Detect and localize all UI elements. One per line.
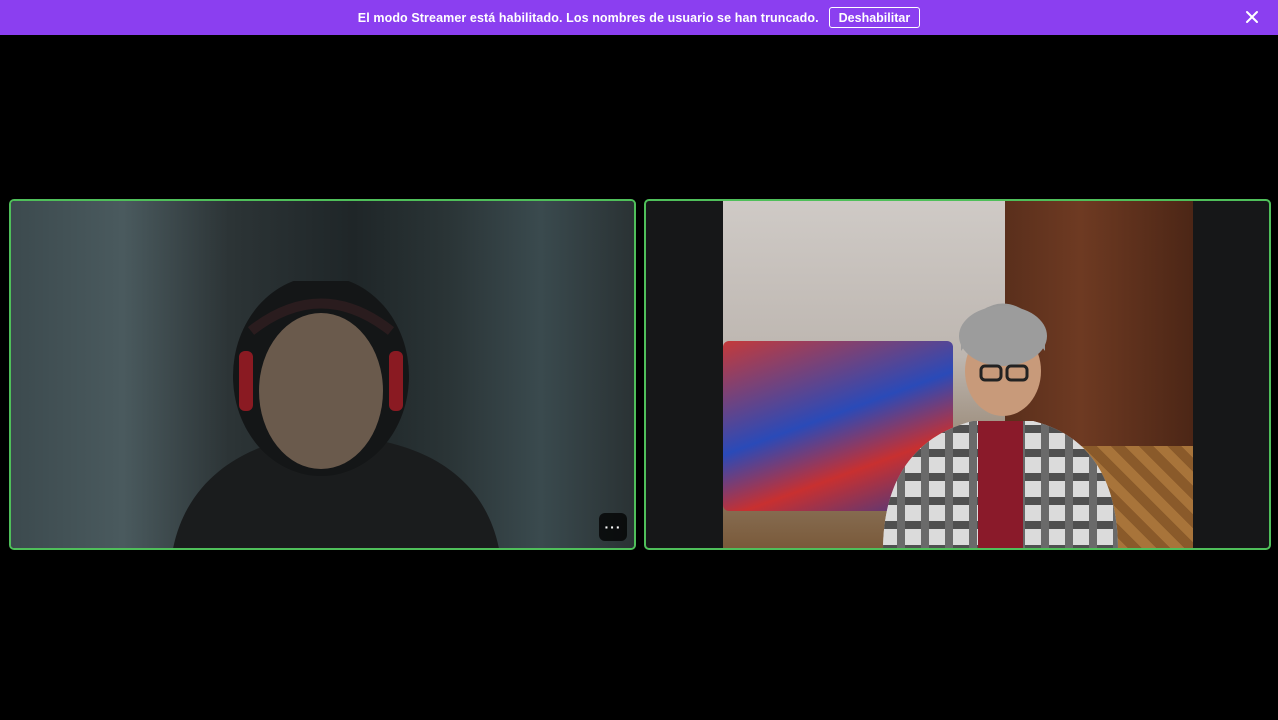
disable-streamer-mode-button[interactable]: Deshabilitar <box>828 7 921 28</box>
participant-silhouette <box>883 303 1118 548</box>
more-options-button[interactable]: ··· <box>599 513 627 541</box>
close-icon[interactable] <box>1244 9 1260 25</box>
streamer-mode-banner: El modo Streamer está habilitado. Los no… <box>0 0 1278 35</box>
participant-silhouette <box>173 281 499 548</box>
streamer-mode-message: El modo Streamer está habilitado. Los no… <box>357 10 819 25</box>
participant-video-tile-right[interactable] <box>644 199 1271 550</box>
more-options-icon: ··· <box>604 519 622 535</box>
participant-video-feed <box>11 201 634 548</box>
participant-video-feed <box>723 201 1193 548</box>
participant-video-tile-left[interactable]: ··· <box>9 199 636 550</box>
